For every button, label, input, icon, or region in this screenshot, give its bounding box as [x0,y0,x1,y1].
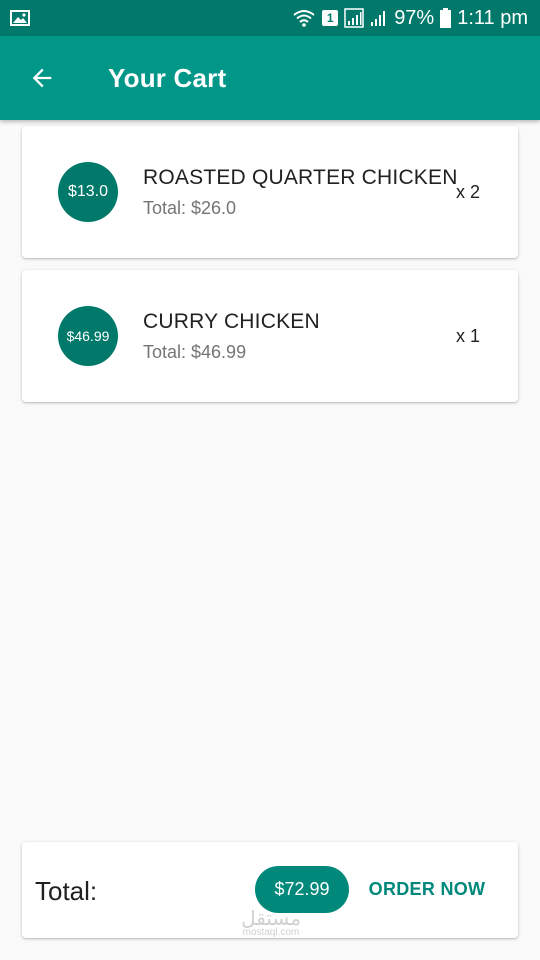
wifi-icon [293,10,315,27]
item-total: Total: $46.99 [143,342,247,362]
watermark-url: mostaql.com [242,927,300,938]
status-left [10,10,30,26]
page-title: Your Cart [108,62,227,93]
item-name: CURRY CHICKEN [143,310,320,333]
watermark-logo: مستقل mostaql.com [236,908,306,938]
battery-percent: 97% [394,6,435,29]
signal-icon [344,8,364,28]
total-label: Total: [35,876,98,906]
item-total: Total: $26.0 [143,198,237,218]
status-right: 1 97% 1:11 pm [292,7,528,30]
order-now-button[interactable]: ORDER NOW [362,866,492,913]
gallery-icon [10,10,30,26]
item-quantity: x 1 [455,326,480,346]
battery-icon [440,8,452,28]
price-badge: $46.99 [58,306,118,366]
app-bar: Your Cart [0,36,540,120]
cart-list: $13.0 ROASTED QUARTER CHICKEN Total: $26… [22,126,518,414]
item-info: ROASTED QUARTER CHICKEN Total: $26.0 [143,166,458,219]
item-quantity: x 2 [455,182,480,202]
price-badge: $13.0 [58,162,118,222]
sim-icon: 1 [322,10,339,26]
status-bar: 1 97% 1:11 pm [0,0,540,36]
cart-item[interactable]: $46.99 CURRY CHICKEN Total: $46.99 x 1 [22,270,518,402]
arrow-back-icon [32,68,52,88]
item-name: ROASTED QUARTER CHICKEN [143,166,458,189]
cart-item[interactable]: $13.0 ROASTED QUARTER CHICKEN Total: $26… [22,126,518,258]
watermark-text: مستقل [241,906,301,930]
signal-bars-icon [371,11,386,26]
back-button[interactable] [14,50,70,106]
item-info: CURRY CHICKEN Total: $46.99 [143,310,320,363]
status-time: 1:11 pm [457,6,528,29]
